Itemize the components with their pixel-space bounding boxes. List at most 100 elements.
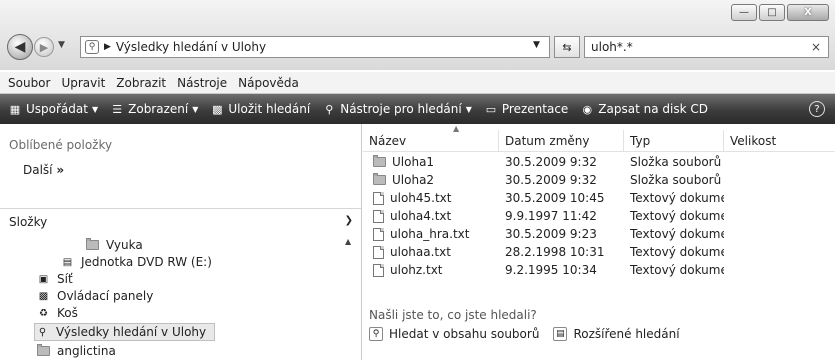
search-contents-link[interactable]: Hledat v obsahu souborů (389, 327, 539, 341)
file-date: 30.5.2009 9:32 (505, 173, 597, 187)
file-name: ulohz.txt (390, 263, 443, 277)
folders-header[interactable]: Složky ❯ (0, 208, 361, 234)
search-folder-icon: ⚲ (85, 40, 99, 54)
column-header-size[interactable]: Velikost (724, 130, 835, 152)
text-file-icon (373, 209, 384, 223)
tree-item-label: Výsledky hledání v Ulohy (56, 325, 207, 339)
maximize-button[interactable]: □ (759, 4, 785, 21)
text-file-icon (373, 191, 384, 205)
refresh-button[interactable]: ⇆ (554, 36, 580, 58)
column-header-label: Datum změny (505, 134, 590, 148)
column-header-type[interactable]: Typ (624, 130, 724, 152)
tree-item-dvd-drive[interactable]: ▤ Jednotka DVD RW (E:) (60, 253, 212, 271)
burn-label: Zapsat na disk CD (598, 102, 708, 116)
address-path[interactable]: Výsledky hledání v Ulohy (116, 40, 266, 54)
folder-icon (36, 344, 51, 358)
folder-icon (85, 238, 100, 252)
file-type: Textový dokument (630, 227, 724, 241)
menu-nastroje[interactable]: Nástroje (177, 76, 227, 90)
tree-item-network[interactable]: ▣ Síť (36, 270, 73, 288)
search-tools-button[interactable]: ⚲ Nástroje pro hledání ▼ (322, 102, 472, 116)
refresh-icon: ⇆ (562, 40, 572, 54)
save-icon: ▩ (212, 102, 223, 116)
file-type: Textový dokument (630, 263, 724, 277)
views-button[interactable]: ☰ Zobrazení ▼ (110, 102, 198, 116)
column-header-name[interactable]: Název ▲ (363, 124, 499, 152)
file-date: 30.5.2009 9:32 (505, 155, 597, 169)
clear-search-icon[interactable]: × (811, 40, 821, 54)
file-type: Složka souborů (630, 155, 722, 169)
address-bar[interactable]: ⚲ ▶ Výsledky hledání v Ulohy ▼ (80, 36, 550, 58)
folders-title: Složky (9, 214, 48, 229)
forward-button[interactable]: ▶ (34, 37, 54, 57)
slideshow-button[interactable]: ▭ Prezentace (484, 102, 569, 116)
file-date: 30.5.2009 9:23 (505, 227, 597, 241)
menu-soubor[interactable]: Soubor (8, 76, 50, 90)
tree-item-label: Vyuka (106, 238, 143, 252)
navigation-pane: Oblíbené položky Další » Složky ❯ ▲ Vyuk… (0, 124, 362, 360)
search-tools-icon: ⚲ (325, 102, 334, 116)
file-row[interactable]: uloha4.txt 9.9.1997 11:42 Textový dokume… (363, 207, 835, 225)
search-input[interactable]: uloh*.* × (584, 36, 829, 58)
search-query[interactable]: uloh*.* (591, 40, 633, 54)
help-button[interactable]: ? (809, 101, 825, 117)
menu-napoveda[interactable]: Nápověda (238, 76, 299, 90)
advanced-search-link[interactable]: Rozšířené hledání (573, 327, 679, 341)
views-icon: ☰ (112, 102, 123, 116)
scroll-up-icon[interactable]: ▲ (345, 237, 351, 246)
organize-button[interactable]: ▦ Uspořádat ▼ (8, 102, 98, 116)
file-row[interactable]: uloh45.txt 30.5.2009 10:45 Textový dokum… (363, 189, 835, 207)
column-header-row: Název ▲ Datum změny Typ Velikost (363, 124, 835, 152)
file-row[interactable]: ulohz.txt 9.2.1995 10:34 Textový dokumen… (363, 261, 835, 279)
back-button[interactable]: ◀ (7, 34, 33, 60)
text-file-icon (373, 245, 384, 259)
file-date: 28.2.1998 10:31 (505, 245, 605, 259)
tree-item-search-results[interactable]: ⚲ Výsledky hledání v Ulohy (34, 323, 216, 341)
menu-zobrazit[interactable]: Zobrazit (116, 76, 166, 90)
recent-pages-dropdown[interactable]: ▼ (58, 40, 65, 50)
explorer-window: — □ X ◀ ▶ ▼ ⚲ ▶ Výsledky hledání v Ulohy… (0, 0, 835, 360)
column-header-date[interactable]: Datum změny (499, 130, 624, 152)
folder-icon (373, 173, 386, 185)
menu-upravit[interactable]: Upravit (61, 76, 105, 90)
save-search-button[interactable]: ▩ Uložit hledání (210, 102, 310, 116)
file-type: Textový dokument (630, 245, 724, 259)
file-list-pane: Název ▲ Datum změny Typ Velikost Uloha1 … (363, 124, 835, 360)
file-date: 30.5.2009 10:45 (505, 191, 605, 205)
found-links: ⚲ Hledat v obsahu souborů ▤ Rozšířené hl… (369, 327, 680, 341)
dvd-drive-icon: ▤ (62, 256, 73, 268)
chevron-down-icon: ▼ (192, 104, 199, 114)
column-header-label: Velikost (730, 134, 777, 148)
file-name: Uloha2 (392, 173, 435, 187)
tree-item-control-panel[interactable]: ▩ Ovládací panely (36, 287, 154, 305)
tree-item-label: Jednotka DVD RW (E:) (81, 255, 212, 269)
help-icon: ? (814, 103, 820, 115)
tree-item-anglictina[interactable]: anglictina (36, 342, 116, 360)
folder-icon (373, 155, 386, 167)
burn-button[interactable]: ◉ Zapsat na disk CD (580, 102, 708, 116)
chevron-down-icon: ▼ (465, 104, 472, 114)
arrow-left-icon: ◀ (14, 39, 26, 55)
column-header-label: Název (369, 134, 407, 148)
close-button[interactable]: X (787, 4, 829, 21)
favorites-more-link[interactable]: Další » (23, 163, 64, 177)
tree-item-label: anglictina (57, 344, 116, 358)
text-file-icon (373, 227, 384, 241)
recycle-bin-icon: ♻ (39, 307, 48, 319)
file-row[interactable]: Uloha2 30.5.2009 9:32 Složka souborů (363, 171, 835, 189)
title-bar: — □ X ◀ ▶ ▼ ⚲ ▶ Výsledky hledání v Ulohy… (0, 0, 835, 70)
text-file-icon (373, 263, 384, 277)
file-row[interactable]: ulohaa.txt 28.2.1998 10:31 Textový dokum… (363, 243, 835, 261)
command-toolbar: ▦ Uspořádat ▼ ☰ Zobrazení ▼ ▩ Uložit hle… (0, 94, 835, 124)
tree-item-vyuka[interactable]: Vyuka (85, 236, 143, 254)
breadcrumb-arrow-icon[interactable]: ▶ (104, 42, 111, 52)
tree-item-recycle-bin[interactable]: ♻ Koš (36, 304, 78, 322)
organize-icon: ▦ (9, 102, 21, 116)
minimize-button[interactable]: — (731, 4, 757, 21)
advanced-search-icon: ▤ (553, 327, 568, 341)
chevron-down-icon[interactable]: ❯ (345, 215, 353, 226)
file-row[interactable]: Uloha1 30.5.2009 9:32 Složka souborů (363, 153, 835, 171)
address-dropdown-icon[interactable]: ▼ (533, 40, 540, 50)
file-date: 9.2.1995 10:34 (505, 263, 597, 277)
file-row[interactable]: uloha_hra.txt 30.5.2009 9:23 Textový dok… (363, 225, 835, 243)
